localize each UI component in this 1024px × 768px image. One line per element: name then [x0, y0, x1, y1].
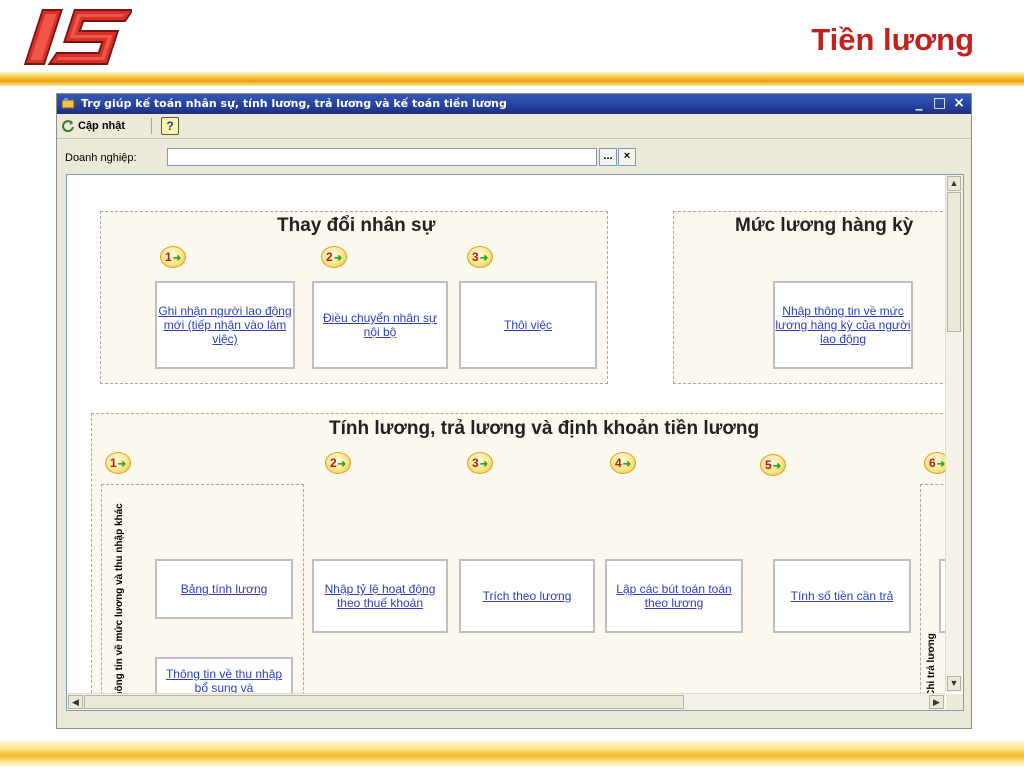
window-title: Trợ giúp kế toán nhân sự, tính lương, tr…: [81, 97, 507, 110]
payroll-title: Tính lương, trả lương và định khoản tiền…: [329, 418, 760, 439]
arrow-right-icon: ➜: [479, 253, 489, 264]
payroll-step-2-badge: 2➜: [325, 452, 351, 474]
arrow-right-icon: ➜: [772, 461, 782, 472]
task-contract-rate-link[interactable]: Nhập tỷ lệ hoạt động theo thuế khoán: [314, 582, 446, 610]
hr-step-1-badge: 1➜: [160, 246, 186, 268]
arrow-right-icon: ➜: [333, 253, 343, 264]
hr-step-2-badge: 2➜: [321, 246, 347, 268]
diagram-panel: Thay đổi nhân sự 1➜ 2➜ 3➜ Ghi nhận người…: [66, 174, 964, 711]
help-button[interactable]: ?: [161, 117, 179, 135]
horizontal-scrollbar[interactable]: ◀ ▶: [67, 693, 945, 710]
update-button[interactable]: Cập nhật: [61, 117, 125, 135]
arrow-right-icon: ➜: [337, 459, 347, 470]
window-titlebar[interactable]: Trợ giúp kế toán nhân sự, tính lương, tr…: [57, 94, 971, 114]
payroll-step-5-badge: 5➜: [760, 454, 786, 476]
arrow-right-icon: ➜: [936, 459, 945, 470]
task-new-employee-link[interactable]: Ghi nhận người lao động mới (tiếp nhận v…: [157, 304, 293, 346]
vertical-scrollbar[interactable]: ▲ ▼: [945, 175, 963, 692]
scroll-left-icon[interactable]: ◀: [68, 695, 83, 709]
scroll-down-icon[interactable]: ▼: [947, 676, 961, 691]
task-contract-rate[interactable]: Nhập tỷ lệ hoạt động theo thuế khoán: [312, 559, 448, 633]
task-new-employee[interactable]: Ghi nhận người lao động mới (tiếp nhận v…: [155, 281, 295, 369]
payroll-step-3-badge: 3➜: [467, 452, 493, 474]
refresh-icon: [62, 120, 74, 133]
footer-gradient-bar: [0, 740, 1024, 768]
toolbar: Cập nhật ?: [57, 114, 971, 139]
app-window: Trợ giúp kế toán nhân sự, tính lương, tr…: [56, 93, 972, 729]
arrow-right-icon: ➜: [479, 459, 489, 470]
task-entries[interactable]: Lập các bút toán toán theo lương: [605, 559, 743, 633]
task-amount-to-pay[interactable]: Tính số tiền cần trả: [773, 559, 911, 633]
task-deduction-link[interactable]: Trích theo lương: [483, 589, 572, 603]
hr-step-3-badge: 3➜: [467, 246, 493, 268]
is-logo: [23, 9, 132, 65]
company-label: Doanh nghiệp:: [65, 152, 137, 164]
update-label: Cập nhật: [78, 120, 126, 132]
slide-header: Tiền lương: [0, 0, 1024, 80]
minimize-button[interactable]: _: [913, 95, 925, 111]
task-internal-transfer[interactable]: Điều chuyển nhân sự nội bộ: [312, 281, 448, 369]
task-deduction[interactable]: Trích theo lương: [459, 559, 595, 633]
task-entries-link[interactable]: Lập các bút toán toán theo lương: [607, 582, 741, 610]
slide-title: Tiền lương: [811, 22, 974, 57]
arrow-right-icon: ➜: [622, 459, 632, 470]
task-internal-transfer-link[interactable]: Điều chuyển nhân sự nội bộ: [314, 311, 446, 339]
close-button[interactable]: ×: [953, 95, 965, 111]
task-resignation[interactable]: Thôi việc: [459, 281, 597, 369]
company-clear-button[interactable]: ×: [618, 148, 636, 166]
task-payroll-sheet-link[interactable]: Bảng tính lương: [181, 582, 268, 596]
payroll-step-6-badge: 6➜: [924, 452, 945, 474]
scrollbar-corner: [946, 694, 963, 710]
company-browse-button[interactable]: ...: [599, 148, 617, 166]
maximize-button[interactable]: □: [933, 95, 946, 111]
period-salary-title: Mức lương hàng kỳ: [735, 215, 914, 236]
task-payroll-sheet[interactable]: Bảng tính lương: [155, 559, 293, 619]
company-row: Doanh nghiệp: ... ×: [57, 144, 971, 170]
diagram-canvas: Thay đổi nhân sự 1➜ 2➜ 3➜ Ghi nhận người…: [67, 175, 945, 708]
scroll-right-icon[interactable]: ▶: [929, 695, 944, 709]
task-supplementary-income-link[interactable]: Thông tin về thu nhập bổ sung và: [164, 667, 284, 695]
task-resignation-link[interactable]: Thôi việc: [504, 318, 552, 332]
salary-income-column-label: Thông tin về mức lương và thu nhập khác: [114, 503, 125, 704]
toolbar-separator: [151, 118, 152, 134]
horizontal-scroll-thumb[interactable]: [84, 695, 684, 709]
task-amount-to-pay-link[interactable]: Tính số tiền cần trả: [791, 589, 894, 603]
task-period-salary-link[interactable]: Nhập thông tin về mức lương hàng kỳ của …: [775, 304, 911, 346]
scroll-up-icon[interactable]: ▲: [947, 176, 961, 191]
payroll-step-4-badge: 4➜: [610, 452, 636, 474]
hr-changes-title: Thay đổi nhân sự: [277, 215, 436, 236]
vertical-scroll-thumb[interactable]: [947, 192, 961, 332]
task-period-salary[interactable]: Nhập thông tin về mức lương hàng kỳ của …: [773, 281, 913, 369]
header-gradient-bar: [0, 72, 1024, 86]
payroll-step-1-badge: 1➜: [105, 452, 131, 474]
company-input[interactable]: [167, 148, 597, 166]
app-icon: [61, 98, 75, 109]
arrow-right-icon: ➜: [117, 459, 127, 470]
arrow-right-icon: ➜: [172, 253, 182, 264]
